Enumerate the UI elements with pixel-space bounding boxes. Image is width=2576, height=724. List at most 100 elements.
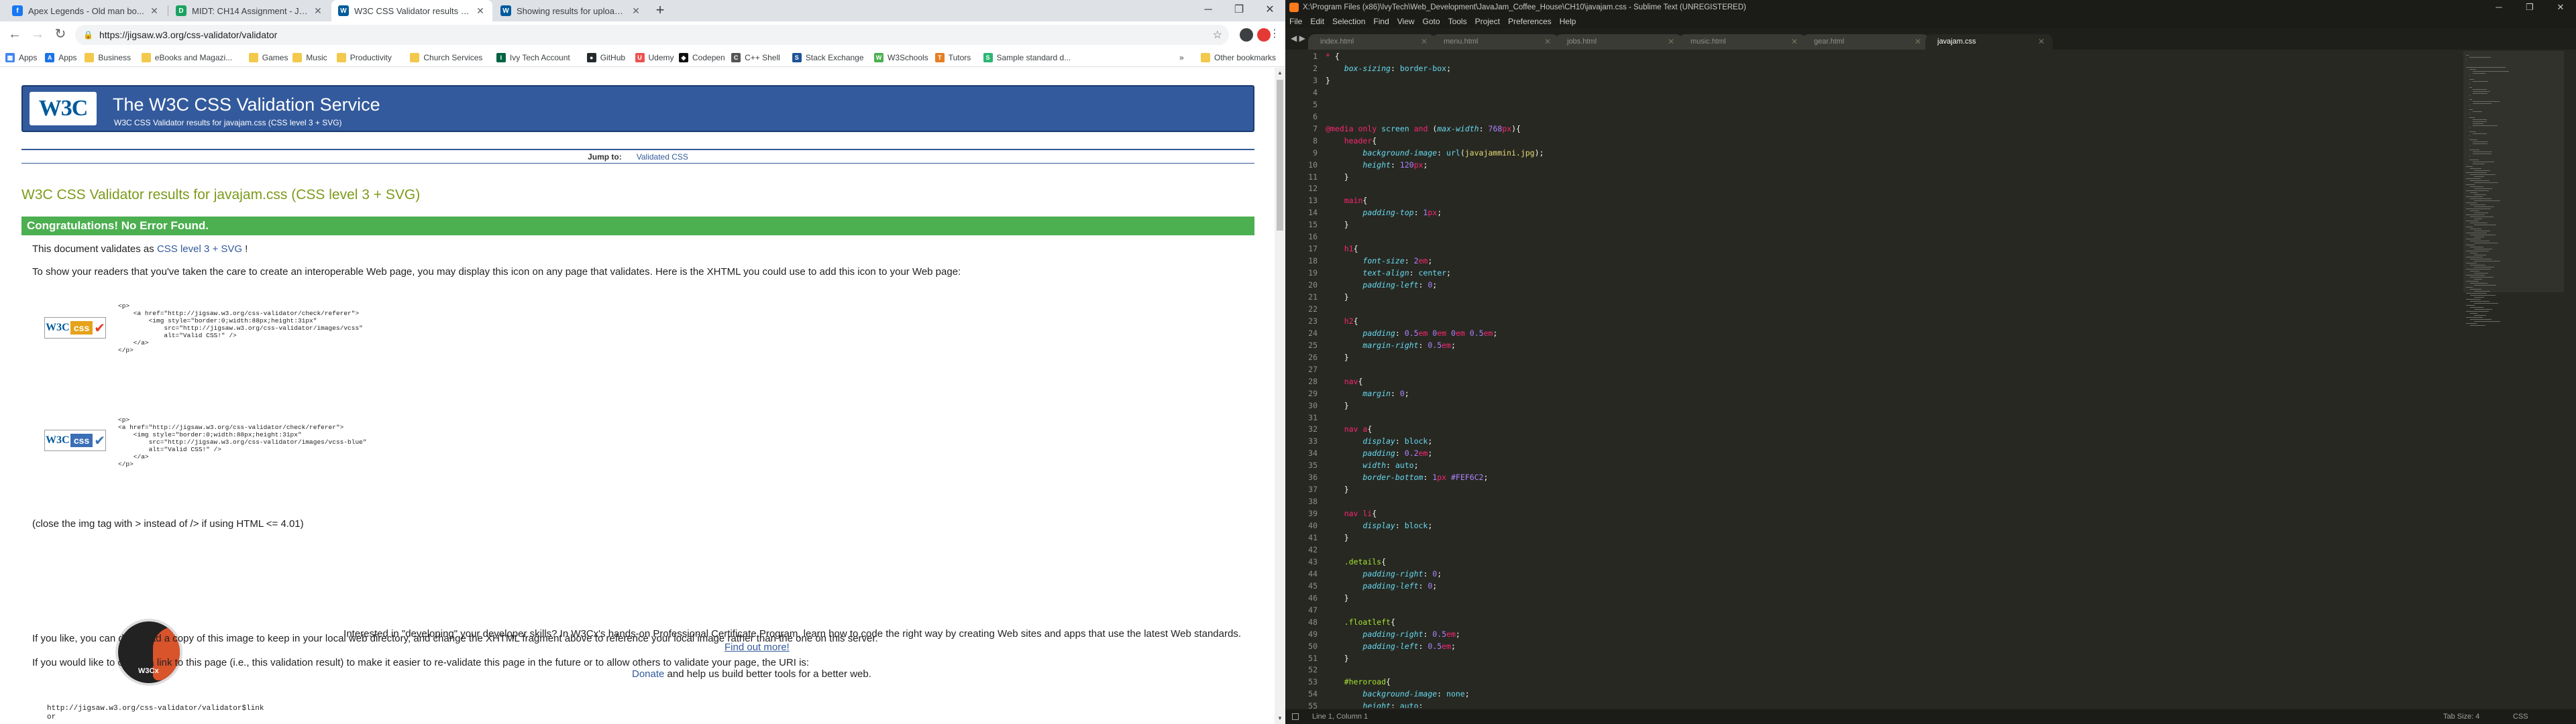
code-line[interactable]: border-bottom: 1px #FEF6C2;	[1326, 473, 1488, 482]
close-icon[interactable]: ✕	[149, 5, 160, 17]
code-line[interactable]: display: block;	[1326, 521, 1432, 530]
code-line[interactable]: }	[1326, 353, 1349, 362]
code-line[interactable]: h2{	[1326, 316, 1358, 326]
bookmark-music[interactable]: Music	[292, 52, 327, 64]
donate-link[interactable]: Donate	[632, 668, 664, 680]
minimize-button[interactable]: ─	[1193, 0, 1224, 21]
close-icon[interactable]: ✕	[475, 5, 486, 17]
more-bookmarks-button[interactable]: »	[1179, 52, 1184, 64]
scroll-down-arrow[interactable]: ▼	[1275, 713, 1285, 724]
code-line[interactable]: padding-left: 0.5em;	[1326, 642, 1456, 651]
menu-find[interactable]: Find	[1369, 15, 1393, 26]
bookmark-github[interactable]: ● GitHub	[586, 52, 625, 64]
page-scrollbar[interactable]: ▲ ▼	[1275, 68, 1285, 724]
menu-goto[interactable]: Goto	[1419, 15, 1444, 26]
code-line[interactable]: }	[1326, 654, 1349, 663]
maximize-button[interactable]: ❐	[2514, 0, 2545, 15]
close-icon[interactable]: ✕	[313, 5, 323, 17]
code-line[interactable]: h1{	[1326, 244, 1358, 253]
code-line[interactable]: .floatleft{	[1326, 617, 1395, 627]
bookmark-sample-standard-d[interactable]: S Sample standard d...	[983, 52, 1071, 64]
code-line[interactable]: .details{	[1326, 557, 1386, 566]
bookmark-apps[interactable]: ▦ Apps	[5, 52, 37, 64]
code-line[interactable]: padding-right: 0;	[1326, 569, 1442, 579]
bookmark-apps[interactable]: A Apps	[45, 52, 77, 64]
browser-tab-results[interactable]: W Showing results for uploaded fil... ✕	[494, 0, 648, 21]
back-button[interactable]: ←	[5, 25, 24, 44]
menu-edit[interactable]: Edit	[1306, 15, 1328, 26]
close-icon[interactable]: ✕	[1791, 34, 1798, 50]
code-line[interactable]: background-image: none;	[1326, 689, 1469, 699]
code-line[interactable]: padding-right: 0.5em;	[1326, 629, 1460, 639]
code-line[interactable]: padding-left: 0;	[1326, 581, 1437, 591]
code-line[interactable]: padding-top: 1px;	[1326, 208, 1442, 217]
code-line[interactable]: }	[1326, 76, 1330, 85]
menu-file[interactable]: File	[1285, 15, 1306, 26]
bookmark-ivy-tech-account[interactable]: I Ivy Tech Account	[496, 52, 570, 64]
code-line[interactable]: }	[1326, 485, 1349, 494]
bookmark-productivity[interactable]: Productivity	[336, 52, 392, 64]
tab-nav-arrows[interactable]: ◀ ▶	[1291, 34, 1305, 43]
w3c-logo[interactable]: W3C	[30, 92, 97, 125]
menu-tools[interactable]: Tools	[1444, 15, 1471, 26]
code-line[interactable]: nav a{	[1326, 424, 1373, 434]
code-line[interactable]: box-sizing: border-box;	[1326, 64, 1451, 73]
minimap-viewport[interactable]	[2463, 51, 2564, 292]
menu-icon[interactable]: ⋮	[1265, 25, 1284, 44]
code-line[interactable]: * {	[1326, 52, 1340, 61]
menu-help[interactable]: Help	[1556, 15, 1580, 26]
menu-selection[interactable]: Selection	[1328, 15, 1369, 26]
code-line[interactable]: @media only screen and (max-width: 768px…	[1326, 124, 1521, 133]
browser-tab-apex[interactable]: f Apex Legends - Old man bo... ✕	[5, 0, 166, 21]
close-icon[interactable]: ✕	[1421, 34, 1428, 50]
editor-tab-menu-html[interactable]: menu.html ✕	[1432, 34, 1559, 50]
bookmark-business[interactable]: Business	[85, 52, 131, 64]
code-line[interactable]: height: auto;	[1326, 701, 1423, 708]
tab-size[interactable]: Tab Size: 4	[2443, 709, 2479, 724]
close-window-button[interactable]: ✕	[1254, 0, 1285, 21]
minimize-button[interactable]: ─	[2483, 0, 2514, 15]
close-icon[interactable]: ✕	[1915, 34, 1921, 50]
bookmark-star-icon[interactable]: ☆	[1213, 28, 1222, 42]
jump-link-validated-css[interactable]: Validated CSS	[637, 152, 688, 162]
menu-preferences[interactable]: Preferences	[1504, 15, 1556, 26]
maximize-button[interactable]: ❐	[1224, 0, 1254, 21]
bookmark-codepen[interactable]: ◆ Codepen	[679, 52, 725, 64]
code-line[interactable]: nav li{	[1326, 509, 1377, 518]
code-line[interactable]: display: block;	[1326, 436, 1432, 446]
browser-tab-midt[interactable]: D MIDT: CH14 Assignment - Javascr... ✕	[169, 0, 330, 21]
forward-button[interactable]: →	[28, 25, 47, 44]
extension-icon[interactable]	[1240, 28, 1253, 42]
code-line[interactable]: padding-left: 0;	[1326, 280, 1437, 290]
code-line[interactable]: }	[1326, 593, 1349, 603]
editor-scrollbar[interactable]	[2567, 51, 2576, 708]
editor-tab-gear-html[interactable]: gear.html ✕	[1802, 34, 1929, 50]
other-bookmarks[interactable]: Other bookmarks	[1201, 52, 1276, 64]
address-bar[interactable]: 🔒 https://jigsaw.w3.org/css-validator/va…	[75, 25, 1229, 45]
close-icon[interactable]: ✕	[1544, 34, 1551, 50]
bookmark-c-shell[interactable]: C C++ Shell	[731, 52, 780, 64]
editor-tab-javajam-css[interactable]: javajam.css ✕	[1925, 34, 2053, 50]
minimap[interactable]	[2463, 51, 2564, 708]
code-line[interactable]: }	[1326, 401, 1349, 410]
code-line[interactable]: margin: 0;	[1326, 389, 1409, 398]
code-line[interactable]: background-image: url(javajammini.jpg);	[1326, 148, 1544, 158]
code-line[interactable]: #heroroad{	[1326, 677, 1391, 686]
code-editor[interactable]: * { box-sizing: border-box;} @media only …	[1326, 51, 2399, 708]
code-line[interactable]: text-align: center;	[1326, 268, 1451, 278]
code-line[interactable]: header{	[1326, 136, 1377, 145]
bookmark-church-services[interactable]: Church Services	[410, 52, 482, 64]
bookmark-ebooks-and-magazi[interactable]: eBooks and Magazi...	[141, 52, 232, 64]
close-icon[interactable]: ✕	[1668, 34, 1674, 50]
new-tab-button[interactable]: +	[652, 3, 668, 19]
code-line[interactable]: margin-right: 0.5em;	[1326, 341, 1456, 350]
bookmark-tutors[interactable]: T Tutors	[934, 52, 971, 64]
code-line[interactable]: height: 120px;	[1326, 160, 1428, 170]
scroll-up-arrow[interactable]: ▲	[1275, 68, 1285, 78]
code-line[interactable]: }	[1326, 533, 1349, 542]
code-line[interactable]: }	[1326, 172, 1349, 182]
panel-toggle-icon[interactable]	[1292, 713, 1299, 720]
syntax-mode[interactable]: CSS	[2513, 709, 2528, 724]
menu-view[interactable]: View	[1393, 15, 1419, 26]
code-line[interactable]: }	[1326, 220, 1349, 229]
